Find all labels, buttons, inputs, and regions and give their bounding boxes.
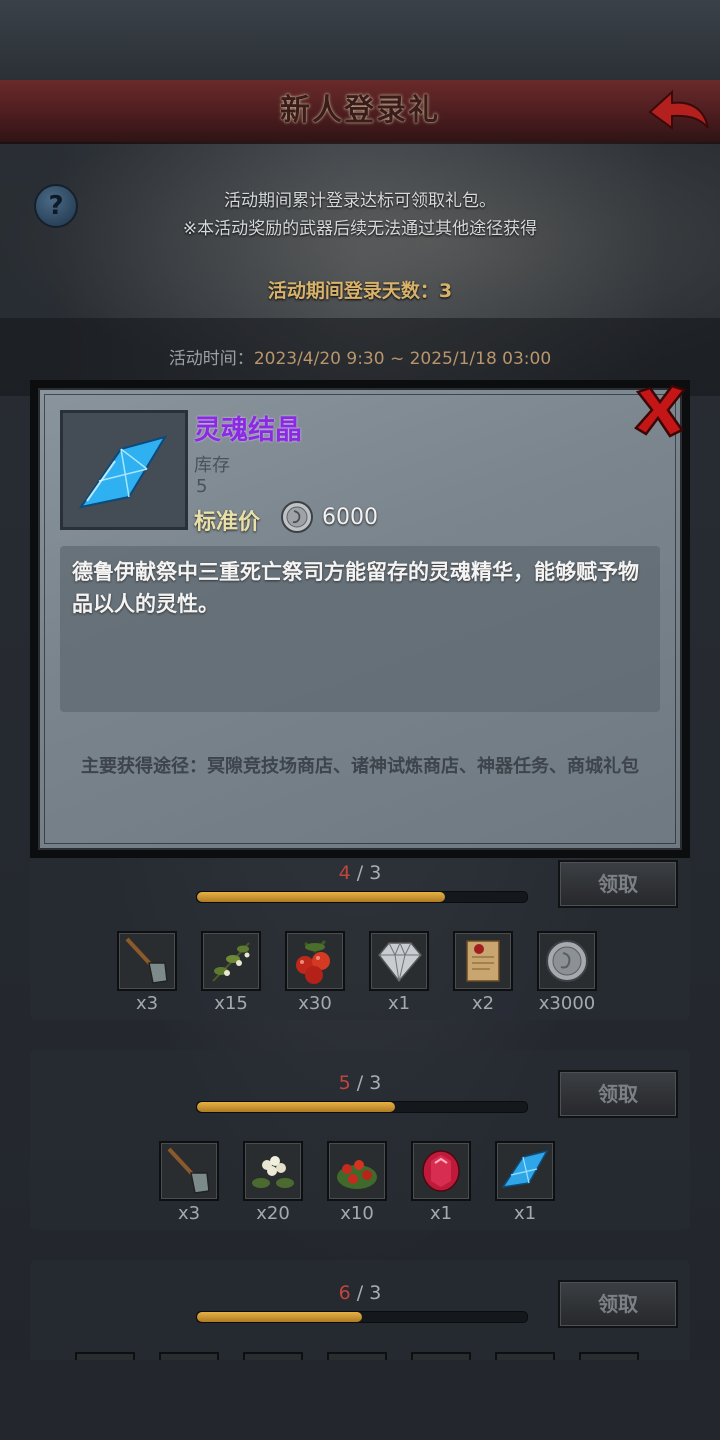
- progress-separator: /: [350, 862, 370, 884]
- price-label: 标准价: [194, 510, 261, 535]
- berry-bush-icon: [337, 1160, 377, 1189]
- back-button[interactable]: [646, 86, 712, 134]
- item-quantity: x1: [513, 1203, 537, 1224]
- blue-crystal-icon: [501, 1149, 549, 1189]
- progress-target: 3: [369, 1072, 382, 1094]
- silver-coin-icon: [546, 940, 588, 982]
- reward-item[interactable]: x2: [453, 931, 513, 1014]
- silver-coin-icon: [280, 500, 314, 534]
- item-quantity: x2: [471, 993, 495, 1014]
- item-quantity: x10: [340, 1203, 374, 1224]
- progress-separator: /: [350, 1282, 370, 1304]
- reward-item[interactable]: x1: [411, 1141, 471, 1224]
- close-icon: [634, 384, 687, 438]
- shovel-icon: [167, 1147, 210, 1194]
- event-time: 活动时间：2023/4/20 9:30 ~ 2025/1/18 03:00: [0, 344, 720, 369]
- shovel-icon: [125, 937, 168, 984]
- progress-current: 6: [338, 1282, 351, 1304]
- claim-button-1[interactable]: 领取: [558, 860, 678, 908]
- header-banner: 新人登录礼: [0, 80, 720, 144]
- notice-line-1: 活动期间累计登录达标可领取礼包。: [224, 191, 496, 211]
- diamond-icon: [378, 941, 422, 983]
- progress-target: 3: [369, 1282, 382, 1304]
- progress-current: 5: [338, 1072, 351, 1094]
- item-quantity: x3: [135, 993, 159, 1014]
- white-flower-icon: [252, 1156, 294, 1188]
- claim-button-2[interactable]: 领取: [558, 1070, 678, 1118]
- item-quantity: x20: [256, 1203, 290, 1224]
- login-days-count: 活动期间登录天数：3: [267, 280, 453, 302]
- item-description: 德鲁伊献祭中三重死亡祭司方能留存的灵魂精华，能够赋予物品以人的灵性。: [72, 560, 639, 616]
- soul-crystal-icon: [78, 435, 168, 509]
- partial-item-row: [75, 1352, 645, 1360]
- item-quantity: x3: [177, 1203, 201, 1224]
- reward-item[interactable]: x3: [117, 931, 177, 1014]
- top-band: [0, 0, 720, 80]
- notice-line-2: ※本活动奖励的武器后续无法通过其他途径获得: [182, 219, 538, 239]
- login-gift-screen: 新人登录礼 ? 活动期间累计登录达标可领取礼包。 ※本活动奖励的武器后续无法通过…: [0, 0, 720, 1440]
- reward-item[interactable]: x10: [327, 1141, 387, 1224]
- item-source: 主要获得途径：冥隙竞技场商店、诸神试炼商店、神器任务、商城礼包: [81, 756, 639, 777]
- item-quantity: x3000: [538, 993, 596, 1014]
- event-time-label: 活动时间：: [168, 349, 254, 369]
- herb-sprig-icon: [212, 942, 250, 982]
- reward-item[interactable]: x1: [495, 1141, 555, 1224]
- reward-item[interactable]: x15: [201, 931, 261, 1014]
- reward-item[interactable]: x30: [285, 931, 345, 1014]
- back-arrow-icon: [648, 89, 709, 130]
- progress-current: 4: [338, 862, 351, 884]
- progress-bar-fill: [197, 892, 445, 902]
- close-button[interactable]: [628, 380, 692, 444]
- progress-target: 3: [369, 862, 382, 884]
- progress-bar-fill: [197, 1102, 395, 1112]
- reward-item[interactable]: x3000: [537, 931, 597, 1014]
- item-preview-frame: [60, 410, 188, 530]
- claim-button-3[interactable]: 领取: [558, 1280, 678, 1328]
- reward-item[interactable]: x3: [159, 1141, 219, 1224]
- item-name: 灵魂结晶: [194, 415, 302, 446]
- bottom-strip: [0, 1360, 720, 1440]
- stock-label: 库存: [194, 455, 230, 476]
- scroll-icon: [466, 940, 500, 982]
- progress-bar-1: [196, 891, 528, 903]
- item-quantity: x15: [214, 993, 248, 1014]
- page-title: 新人登录礼: [280, 93, 440, 128]
- progress-bar-3: [196, 1311, 528, 1323]
- progress-separator: /: [350, 1072, 370, 1094]
- progress-count-1: 4 / 3: [290, 862, 430, 884]
- price-value: 6000: [322, 505, 378, 530]
- progress-bar-fill: [197, 1312, 362, 1322]
- item-quantity: x1: [387, 993, 411, 1014]
- item-quantity: x30: [298, 993, 332, 1014]
- item-quantity: x1: [429, 1203, 453, 1224]
- progress-count-2: 5 / 3: [290, 1072, 430, 1094]
- progress-count-3: 6 / 3: [290, 1282, 430, 1304]
- event-time-value: 2023/4/20 9:30 ~ 2025/1/18 03:00: [253, 349, 552, 369]
- stock-value: 5: [196, 476, 208, 497]
- ruby-icon: [422, 1150, 460, 1192]
- reward-item[interactable]: x1: [369, 931, 429, 1014]
- progress-bar-2: [196, 1101, 528, 1113]
- reward-item[interactable]: x20: [243, 1141, 303, 1224]
- red-berries-icon: [296, 939, 330, 984]
